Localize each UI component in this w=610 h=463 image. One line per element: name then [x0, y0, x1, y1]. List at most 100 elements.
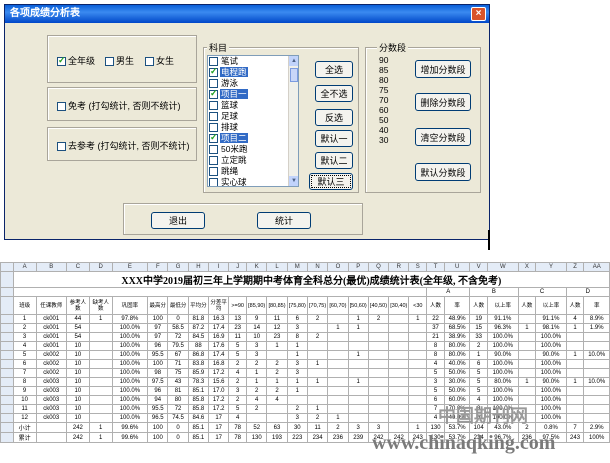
- checkbox-icon[interactable]: [57, 102, 66, 112]
- table-cell[interactable]: 1: [88, 422, 113, 433]
- table-cell[interactable]: 13: [228, 314, 248, 324]
- table-cell[interactable]: [266, 350, 288, 360]
- table-cell[interactable]: [327, 386, 349, 396]
- table-cell[interactable]: 15: [469, 323, 489, 333]
- row-number[interactable]: [0, 386, 14, 396]
- table-cell[interactable]: 1: [266, 377, 288, 387]
- table-cell[interactable]: [408, 323, 428, 333]
- table-cell[interactable]: [88, 377, 113, 387]
- table-cell[interactable]: 100.0%: [487, 368, 519, 378]
- row-number[interactable]: [0, 341, 14, 351]
- table-cell[interactable]: 100.0%: [535, 359, 567, 369]
- segment-list[interactable]: 90 85 80 75 70 60 50 40 30: [379, 55, 407, 145]
- table-cell[interactable]: 96: [147, 341, 169, 351]
- table-cell[interactable]: 2: [306, 332, 329, 342]
- table-cell[interactable]: [388, 404, 410, 414]
- check-male[interactable]: 男生: [105, 54, 134, 67]
- checkbox-icon[interactable]: [209, 66, 218, 78]
- checkbox-icon[interactable]: [145, 57, 154, 67]
- table-cell[interactable]: 10.0%: [583, 377, 610, 387]
- table-cell[interactable]: 38.9%: [443, 332, 471, 342]
- table-cell[interactable]: 17: [208, 413, 230, 423]
- table-cell[interactable]: 1: [408, 314, 428, 324]
- table-cell[interactable]: 90.0%: [487, 350, 519, 360]
- table-cell[interactable]: 30: [286, 422, 308, 433]
- subject-item[interactable]: 排球: [208, 122, 298, 133]
- table-cell[interactable]: 100.0%: [535, 404, 567, 414]
- table-cell[interactable]: [367, 323, 390, 333]
- table-cell[interactable]: 1: [347, 377, 369, 387]
- table-cell[interactable]: 8.9%: [583, 314, 610, 324]
- table-cell[interactable]: 100%: [583, 432, 610, 443]
- table-cell[interactable]: 5: [469, 386, 489, 396]
- table-cell[interactable]: 100.0%: [535, 368, 567, 378]
- table-cell[interactable]: 3: [286, 368, 308, 378]
- table-cell[interactable]: 91.1%: [487, 314, 519, 324]
- table-cell[interactable]: 100.0%: [111, 404, 149, 414]
- table-cell[interactable]: 85.8: [187, 395, 210, 405]
- table-cell[interactable]: 100.0%: [111, 395, 149, 405]
- default-segment-button[interactable]: 默认分数段: [415, 163, 471, 181]
- table-cell[interactable]: [246, 413, 268, 423]
- segment-item[interactable]: 30: [379, 135, 407, 145]
- table-cell[interactable]: [408, 368, 428, 378]
- table-cell[interactable]: 5: [469, 368, 489, 378]
- table-cell[interactable]: [88, 323, 113, 333]
- table-cell[interactable]: 4: [246, 395, 268, 405]
- table-cell[interactable]: 68.5%: [443, 323, 471, 333]
- table-cell[interactable]: [266, 404, 288, 414]
- table-cell[interactable]: [327, 395, 349, 405]
- row-number[interactable]: [0, 314, 14, 324]
- table-cell[interactable]: [367, 332, 390, 342]
- table-cell[interactable]: 72: [167, 404, 189, 414]
- table-cell[interactable]: [517, 314, 537, 324]
- table-cell[interactable]: 88: [187, 341, 210, 351]
- column-letter[interactable]: M: [286, 262, 308, 272]
- table-cell[interactable]: 7: [12, 368, 37, 378]
- table-cell[interactable]: 5: [426, 368, 445, 378]
- table-cell[interactable]: 85.8: [187, 404, 210, 414]
- table-cell[interactable]: 0: [167, 422, 189, 433]
- checkbox-icon[interactable]: [209, 145, 218, 155]
- table-cell[interactable]: 0: [167, 432, 189, 443]
- table-cell[interactable]: 1: [517, 323, 537, 333]
- table-cell[interactable]: 15.6: [208, 377, 230, 387]
- table-cell[interactable]: [583, 368, 610, 378]
- table-cell[interactable]: [306, 341, 329, 351]
- table-cell[interactable]: 4: [228, 368, 248, 378]
- column-letter[interactable]: P: [347, 262, 369, 272]
- table-cell[interactable]: 19: [469, 314, 489, 324]
- subject-item[interactable]: 跳绳: [208, 166, 298, 177]
- table-cell[interactable]: [367, 377, 390, 387]
- row-number[interactable]: [0, 332, 14, 342]
- table-cell[interactable]: [347, 332, 369, 342]
- table-cell[interactable]: 80: [167, 395, 189, 405]
- table-cell[interactable]: ck003: [35, 386, 67, 396]
- table-cell[interactable]: [583, 386, 610, 396]
- segment-item[interactable]: 60: [379, 105, 407, 115]
- table-cell[interactable]: 79.5: [167, 341, 189, 351]
- table-cell[interactable]: 16.9: [208, 332, 230, 342]
- table-cell[interactable]: 4: [12, 341, 37, 351]
- table-cell[interactable]: 1: [347, 350, 369, 360]
- table-cell[interactable]: [408, 332, 428, 342]
- table-cell[interactable]: 100.0%: [487, 332, 519, 342]
- table-cell[interactable]: 96: [147, 386, 169, 396]
- delete-segment-button[interactable]: 删除分数段: [415, 93, 471, 111]
- column-letter[interactable]: U: [443, 262, 471, 272]
- table-cell[interactable]: 74.5: [167, 413, 189, 423]
- table-cell[interactable]: 10: [65, 413, 90, 423]
- table-cell[interactable]: [517, 359, 537, 369]
- table-cell[interactable]: 10: [65, 404, 90, 414]
- table-cell[interactable]: [388, 323, 410, 333]
- table-cell[interactable]: 94: [147, 395, 169, 405]
- table-cell[interactable]: 100.0%: [535, 395, 567, 405]
- table-cell[interactable]: 54: [65, 323, 90, 333]
- table-cell[interactable]: [565, 386, 585, 396]
- table-cell[interactable]: 30.0%: [443, 377, 471, 387]
- table-cell[interactable]: [306, 368, 329, 378]
- row-number[interactable]: [0, 323, 14, 333]
- table-cell[interactable]: 3: [286, 323, 308, 333]
- table-cell[interactable]: 1: [286, 350, 308, 360]
- table-cell[interactable]: 2: [246, 404, 268, 414]
